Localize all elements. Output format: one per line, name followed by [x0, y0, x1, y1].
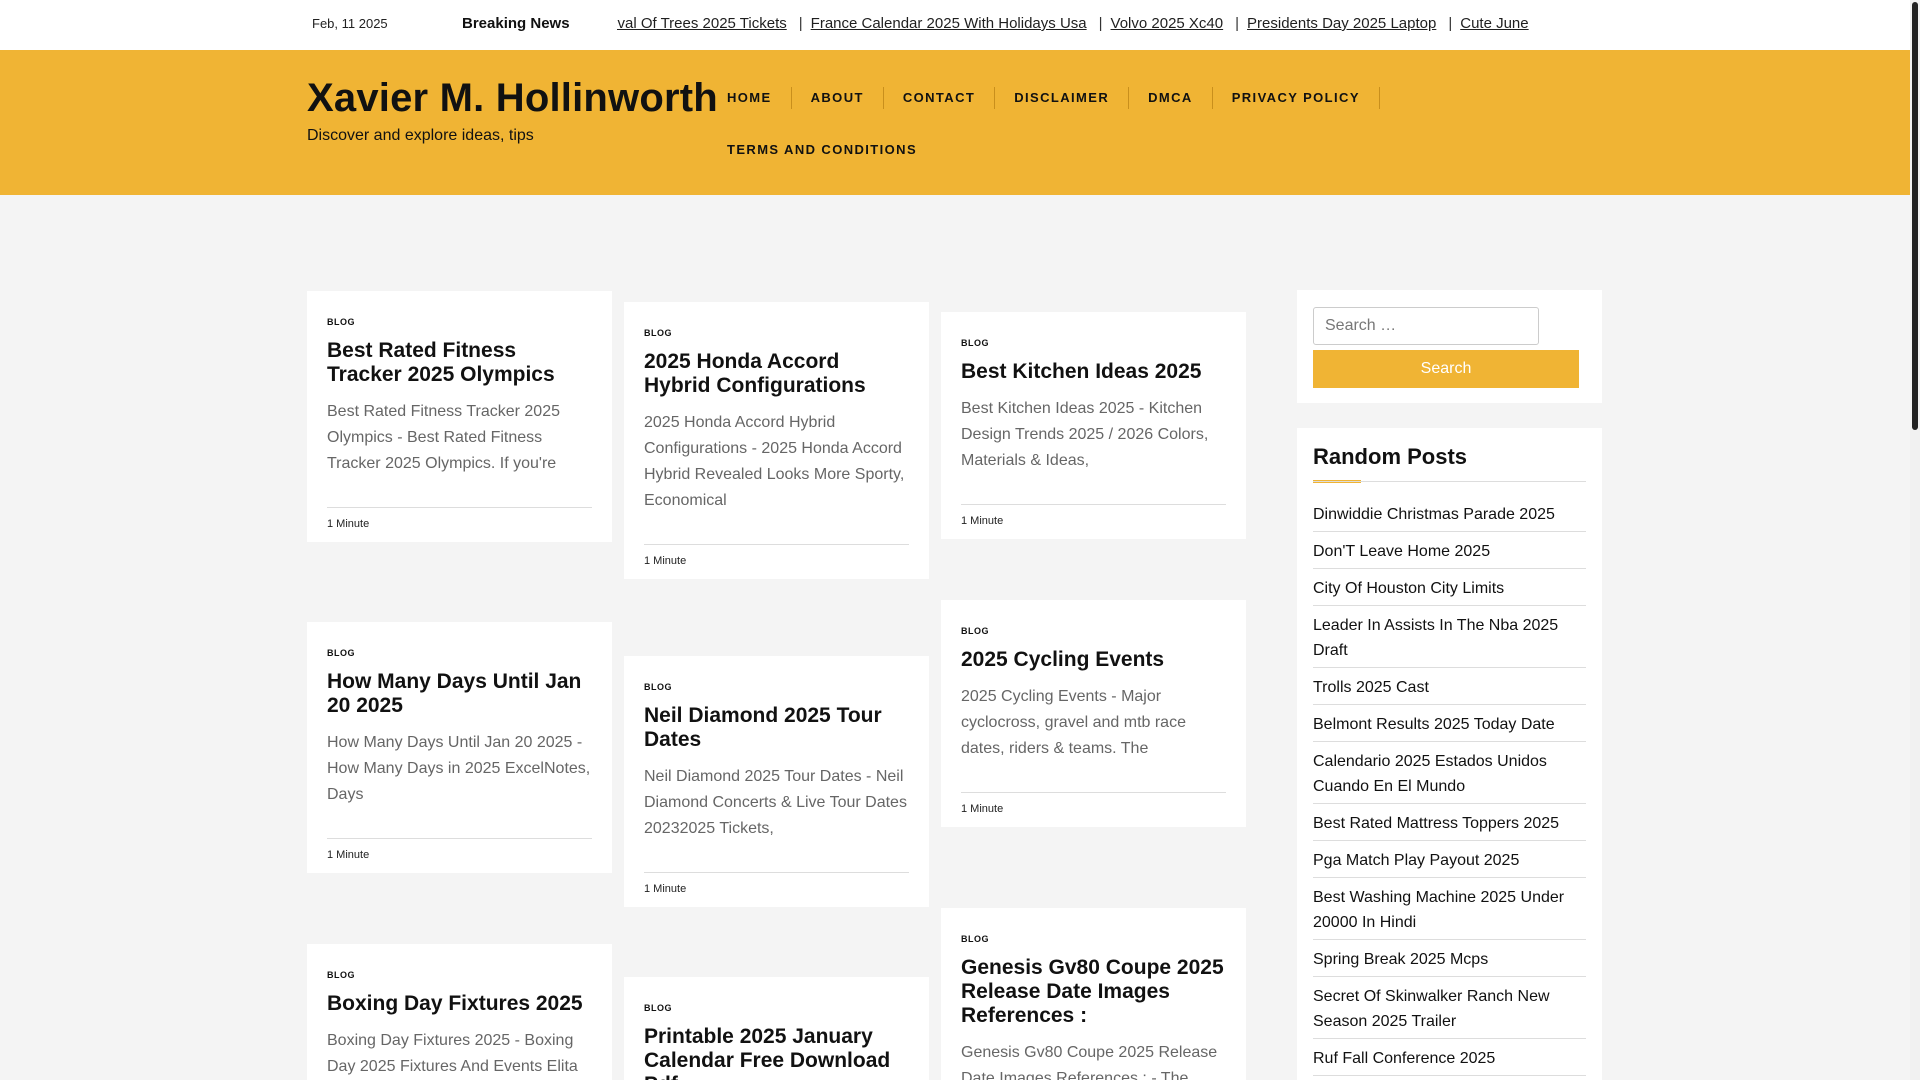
- random-post-link[interactable]: Leader In Assists In The Nba 2025 Draft: [1313, 613, 1586, 668]
- search-widget: Search … Search: [1297, 290, 1602, 403]
- top-bar: Feb, 11 2025 Breaking News Festival Of T…: [0, 0, 1910, 50]
- random-post-link[interactable]: Don'T Leave Home 2025: [1313, 539, 1586, 569]
- post-category[interactable]: BLOG: [961, 934, 1226, 944]
- post-category[interactable]: BLOG: [644, 1003, 909, 1013]
- random-post-link[interactable]: Trolls 2025 Cast: [1313, 675, 1586, 705]
- ticker-separator: |: [1098, 15, 1103, 32]
- post-card: BLOG How Many Days Until Jan 20 2025 How…: [307, 622, 612, 873]
- post-read-time: 1 Minute: [327, 507, 592, 542]
- random-post-link[interactable]: Dinwiddie Christmas Parade 2025: [1313, 502, 1586, 532]
- ticker-link[interactable]: Volvo 2025 Xc40: [1111, 15, 1224, 32]
- ticker-link[interactable]: Festival Of Trees 2025 Tickets: [617, 15, 787, 32]
- post-excerpt: Genesis Gv80 Coupe 2025 Release Date Ima…: [961, 1044, 1218, 1080]
- random-post-link[interactable]: Calendario 2025 Estados Unidos Cuando En…: [1313, 749, 1586, 804]
- nav-dmca[interactable]: DMCA: [1148, 87, 1213, 109]
- random-post-link[interactable]: City Of Houston City Limits: [1313, 576, 1586, 606]
- breaking-news-label: Breaking News: [462, 15, 570, 32]
- post-card: BLOG Best Kitchen Ideas 2025 Best Kitche…: [941, 312, 1246, 539]
- nav-privacy-policy[interactable]: PRIVACY POLICY: [1232, 87, 1380, 109]
- news-ticker: Festival Of Trees 2025 Tickets | France Ca…: [617, 15, 1602, 37]
- post-excerpt: Best Kitchen Ideas 2025 - Kitchen Design…: [961, 400, 1209, 469]
- page-scrollbar[interactable]: [1910, 0, 1920, 1080]
- nav-disclaimer[interactable]: DISCLAIMER: [1014, 87, 1130, 109]
- post-excerpt: Boxing Day Fixtures 2025 - Boxing Day 20…: [327, 1032, 578, 1075]
- random-post-link[interactable]: Secret Of Skinwalker Ranch New Season 20…: [1313, 984, 1586, 1039]
- scrollbar-thumb[interactable]: [1912, 2, 1918, 430]
- search-button[interactable]: Search: [1313, 350, 1579, 388]
- nav-contact[interactable]: CONTACT: [903, 87, 996, 109]
- search-input[interactable]: Search …: [1313, 307, 1539, 345]
- post-title[interactable]: 2025 Honda Accord Hybrid Configurations: [644, 350, 909, 398]
- title-divider: [1313, 481, 1586, 482]
- ticker-link[interactable]: France Calendar 2025 With Holidays Usa: [811, 15, 1087, 32]
- random-post-link[interactable]: Best Rated Mattress Toppers 2025: [1313, 811, 1586, 841]
- post-category[interactable]: BLOG: [644, 328, 909, 338]
- random-post-link[interactable]: Pga Match Play Payout 2025: [1313, 848, 1586, 878]
- random-post-link[interactable]: Best Washing Machine 2025 Under 20000 In…: [1313, 885, 1586, 940]
- post-title[interactable]: Best Kitchen Ideas 2025: [961, 360, 1226, 384]
- post-read-time: 1 Minute: [644, 544, 909, 579]
- nav-terms-and-conditions[interactable]: TERMS AND CONDITIONS: [727, 139, 936, 161]
- post-category[interactable]: BLOG: [961, 338, 1226, 348]
- post-excerpt: 2025 Cycling Events - Major cyclocross, …: [961, 688, 1186, 757]
- post-read-time: 1 Minute: [961, 792, 1226, 827]
- post-title[interactable]: Neil Diamond 2025 Tour Dates: [644, 704, 909, 752]
- post-excerpt: 2025 Honda Accord Hybrid Configurations …: [644, 414, 905, 509]
- post-title[interactable]: How Many Days Until Jan 20 2025: [327, 670, 592, 718]
- post-category[interactable]: BLOG: [644, 682, 909, 692]
- ticker-separator: |: [1448, 15, 1453, 32]
- post-title[interactable]: Best Rated Fitness Tracker 2025 Olympics: [327, 339, 592, 387]
- nav-about[interactable]: ABOUT: [811, 87, 884, 109]
- ticker-link[interactable]: Cute June: [1460, 15, 1528, 32]
- post-read-time: 1 Minute: [644, 872, 909, 907]
- ticker-separator: |: [1235, 15, 1240, 32]
- post-excerpt: Neil Diamond 2025 Tour Dates - Neil Diam…: [644, 768, 907, 837]
- post-card: BLOG Best Rated Fitness Tracker 2025 Oly…: [307, 291, 612, 542]
- post-category[interactable]: BLOG: [327, 648, 592, 658]
- post-category[interactable]: BLOG: [327, 317, 592, 327]
- post-excerpt: Best Rated Fitness Tracker 2025 Olympics…: [327, 403, 560, 472]
- post-card: BLOG 2025 Cycling Events 2025 Cycling Ev…: [941, 600, 1246, 827]
- site-title[interactable]: Xavier M. Hollinworth: [307, 76, 718, 121]
- post-card: BLOG Genesis Gv80 Coupe 2025 Release Dat…: [941, 908, 1246, 1080]
- ticker-separator: |: [798, 15, 803, 32]
- post-card: BLOG Neil Diamond 2025 Tour Dates Neil D…: [624, 656, 929, 907]
- site-header: Xavier M. Hollinworth Discover and explo…: [0, 50, 1910, 195]
- post-title[interactable]: Printable 2025 January Calendar Free Dow…: [644, 1025, 909, 1080]
- post-title[interactable]: Boxing Day Fixtures 2025: [327, 992, 592, 1016]
- random-posts-widget: Random Posts Dinwiddie Christmas Parade …: [1297, 428, 1602, 1080]
- post-excerpt: How Many Days Until Jan 20 2025 - How Ma…: [327, 734, 591, 803]
- post-title[interactable]: 2025 Cycling Events: [961, 648, 1226, 672]
- random-post-link[interactable]: Belmont Results 2025 Today Date: [1313, 712, 1586, 742]
- widget-title: Random Posts: [1313, 444, 1468, 469]
- post-card: BLOG 2025 Honda Accord Hybrid Configurat…: [624, 302, 929, 579]
- random-post-link[interactable]: Spring Break 2025 Mcps: [1313, 947, 1586, 977]
- post-title[interactable]: Genesis Gv80 Coupe 2025 Release Date Ima…: [961, 956, 1226, 1028]
- main-nav: HOME ABOUT CONTACT DISCLAIMER DMCA PRIVA…: [727, 87, 1399, 109]
- ticker-link[interactable]: Presidents Day 2025 Laptop: [1247, 15, 1436, 32]
- post-category[interactable]: BLOG: [961, 626, 1226, 636]
- post-card: BLOG Printable 2025 January Calendar Fre…: [624, 977, 929, 1080]
- post-category[interactable]: BLOG: [327, 970, 592, 980]
- main-nav-row-2: TERMS AND CONDITIONS: [727, 139, 955, 161]
- post-card: BLOG Boxing Day Fixtures 2025 Boxing Day…: [307, 944, 612, 1080]
- nav-home[interactable]: HOME: [727, 87, 792, 109]
- site-tagline: Discover and explore ideas, tips: [307, 127, 534, 144]
- post-read-time: 1 Minute: [961, 504, 1226, 539]
- random-post-link[interactable]: Ruf Fall Conference 2025: [1313, 1046, 1586, 1076]
- top-date: Feb, 11 2025: [312, 16, 388, 31]
- post-read-time: 1 Minute: [327, 838, 592, 873]
